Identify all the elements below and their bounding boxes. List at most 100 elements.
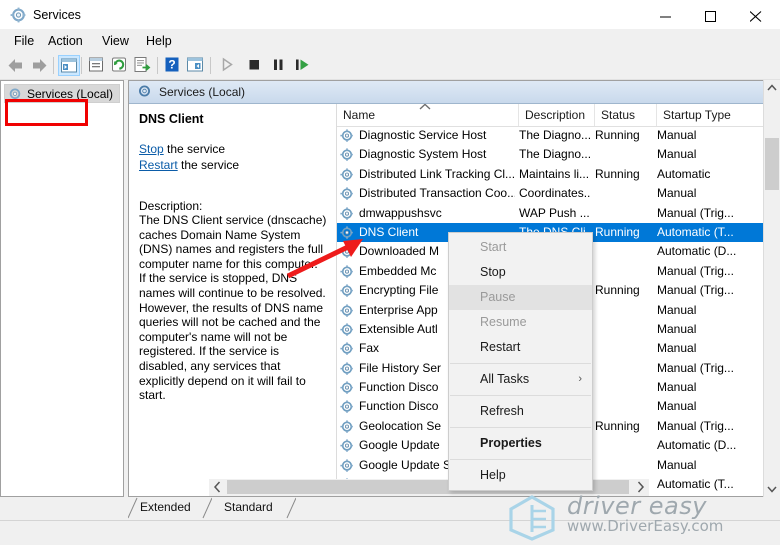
scroll-down-button[interactable] [764,480,780,497]
menu-item-help[interactable]: Help [449,463,592,488]
refresh-icon[interactable] [109,55,131,76]
tab-extended[interactable]: Extended [127,497,213,519]
stop-service-link[interactable]: Stop [139,142,164,156]
tab-right-edge [202,497,213,519]
tree-node-services-local[interactable]: Services (Local) [4,84,121,103]
cell-description: The Diagno... [519,128,591,142]
export-list-icon[interactable] [132,55,154,76]
forward-arrow-icon[interactable] [28,55,50,76]
cell-startup-type: Automatic (D... [657,244,737,259]
status-bar [0,520,780,544]
cell-startup-type: Manual (Trig... [657,418,734,433]
console-tree-pane: Services (Local) [0,80,124,497]
cell-startup-type: Automatic (D... [657,438,737,453]
column-header-name[interactable]: Name [337,104,519,126]
tab-standard-label: Standard [224,500,273,514]
menu-separator [450,363,591,364]
menu-item-label: Resume [480,315,527,329]
restart-service-icon[interactable] [292,55,314,76]
menu-item-label: Pause [480,290,516,304]
menu-item-label: Stop [480,265,506,279]
menu-file[interactable]: File [8,33,40,49]
cell-name: Distributed Transaction Coo... [359,186,515,201]
column-header-startup-type[interactable]: Startup Type [657,104,779,126]
menu-separator [450,427,591,428]
show-action-pane-icon[interactable] [185,55,207,76]
cell-startup-type: Automatic (T... [657,477,734,492]
menu-item-restart[interactable]: Restart [449,335,592,360]
cell-startup-type: Automatic (T... [657,224,734,239]
description-label: Description: [139,199,203,213]
restart-service-link[interactable]: Restart [139,158,178,172]
column-header-status[interactable]: Status [595,104,657,126]
menu-separator [450,459,591,460]
tab-right-edge [286,497,297,519]
cell-startup-type: Manual [657,380,697,395]
properties-icon[interactable] [86,55,108,76]
svg-text:?: ? [168,58,175,72]
menu-item-label: Restart [480,340,521,354]
menu-item-refresh[interactable]: Refresh [449,399,592,424]
menu-item-stop[interactable]: Stop [449,260,592,285]
start-service-icon[interactable] [217,55,239,76]
toolbar: ? [0,52,780,80]
chevron-right-icon: › [578,373,582,385]
tab-standard[interactable]: Standard [212,497,297,519]
cell-status: Running [595,283,640,298]
cell-startup-type: Manual (Trig... [657,283,734,298]
table-row[interactable]: Diagnostic System Host The Diagno... Manua… [337,145,779,164]
menu-item-label: Refresh [480,404,524,418]
menu-action[interactable]: Action [42,33,89,49]
cell-startup-type: Manual (Trig... [657,205,734,220]
menu-item-all-tasks[interactable]: All Tasks › [449,367,592,392]
menu-help[interactable]: Help [140,33,178,49]
cell-startup-type: Manual [657,457,697,472]
tab-left-edge [127,497,138,519]
menu-item-properties[interactable]: Properties [449,431,592,456]
pane-header: Services (Local) [129,81,779,104]
minimize-button[interactable] [645,0,690,31]
table-row[interactable]: Diagnostic Service Host The Diagno... Runn… [337,126,779,145]
menu-view[interactable]: View [96,33,135,49]
description-text: The DNS Client service (dnscache) caches… [139,213,327,403]
cell-name: Distributed Link Tracking Cl... [359,166,515,181]
menu-item-pause: Pause [449,285,592,310]
menu-item-resume: Resume [449,310,592,335]
pane-header-label: Services (Local) [159,85,246,99]
vertical-scroll-thumb[interactable] [765,138,779,190]
scroll-right-button[interactable] [632,479,649,495]
service-context-menu: Start Stop Pause Resume Restart All Tasks › Ref… [448,232,593,491]
back-arrow-icon[interactable] [5,55,27,76]
cell-startup-type: Manual [657,341,697,356]
cell-startup-type: Automatic [657,166,711,181]
cell-startup-type: Manual (Trig... [657,360,734,375]
selected-service-title: DNS Client [139,112,204,126]
scroll-up-button[interactable] [764,80,780,97]
stop-service-icon[interactable] [244,55,266,76]
menu-item-label: All Tasks [480,372,530,386]
window-title: Services [33,8,81,22]
cell-status: Running [595,166,640,181]
tab-extended-label: Extended [140,500,191,514]
pause-service-icon[interactable] [268,55,290,76]
sort-ascending-icon [417,104,433,111]
cell-description: Maintains li... [519,166,590,181]
service-detail-panel: DNS Client Stop the service Restart the … [129,104,337,496]
help-icon[interactable]: ? [162,55,184,76]
menu-item-label: Properties [480,436,542,450]
cell-name: dmwappushsvc [359,205,442,220]
scroll-left-button[interactable] [209,479,226,495]
vertical-scrollbar[interactable] [763,80,780,497]
table-row[interactable]: Distributed Link Tracking Cl... Maintains… [337,165,779,184]
maximize-button[interactable] [690,0,735,31]
show-hide-tree-icon[interactable] [58,55,80,76]
cell-startup-type: Manual [657,399,697,414]
services-window: Services File Action View Help ? Service… [0,0,780,544]
title-bar: Services [0,0,780,32]
table-row[interactable]: dmwappushsvc WAP Push ... Manual (Trig... [337,204,779,223]
stop-service-suffix: the service [163,142,226,156]
column-header-description[interactable]: Description [519,104,595,126]
close-button[interactable] [735,0,780,31]
services-gear-icon [10,7,27,24]
table-row[interactable]: Distributed Transaction Coo... Coordinate… [337,184,779,203]
